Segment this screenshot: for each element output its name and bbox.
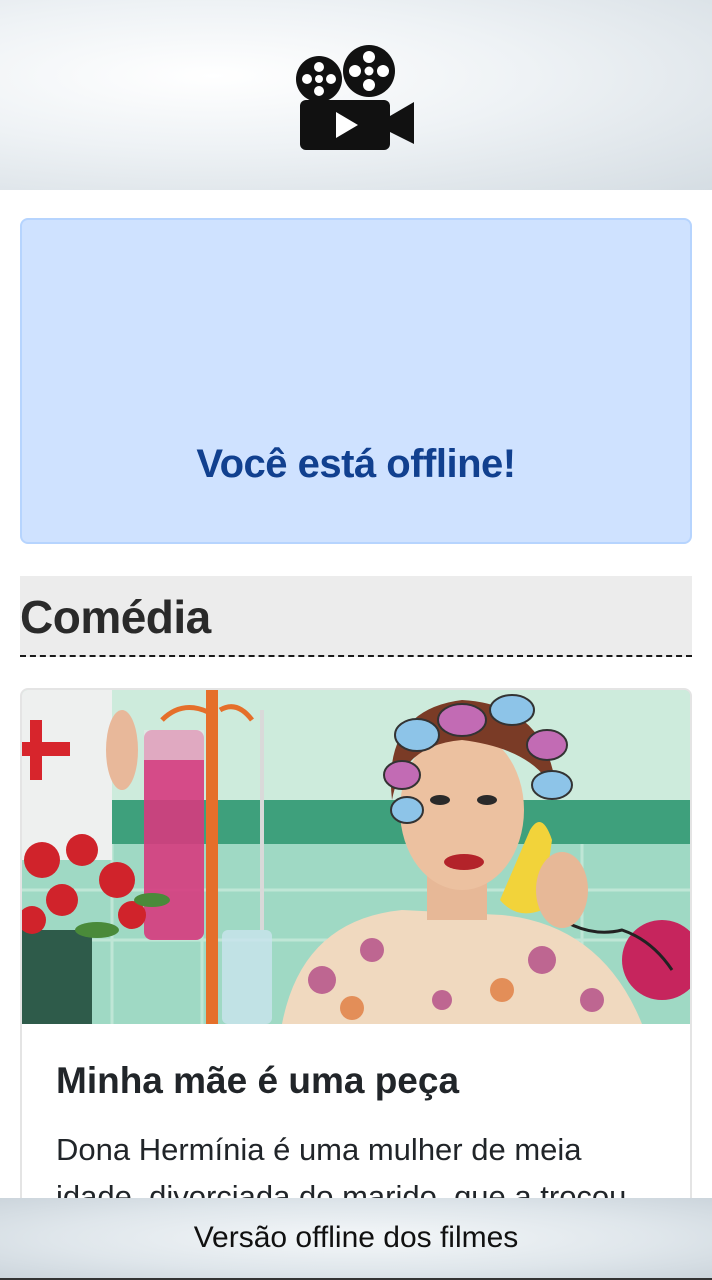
offline-message: Você está offline! (196, 442, 516, 486)
movie-camera-icon (296, 45, 414, 150)
footer-text: Versão offline dos filmes (193, 1221, 519, 1254)
section-title: Comédia (20, 591, 211, 643)
offline-alert (20, 218, 692, 544)
app-header (0, 0, 712, 190)
movie-poster-image (22, 690, 690, 1024)
movie-card[interactable]: Minha mãe é uma peça Dona Hermínia é uma… (20, 688, 692, 1248)
movie-title[interactable]: Minha mãe é uma peça (56, 1060, 459, 1102)
app-footer: Versão offline dos filmes (0, 1198, 712, 1280)
